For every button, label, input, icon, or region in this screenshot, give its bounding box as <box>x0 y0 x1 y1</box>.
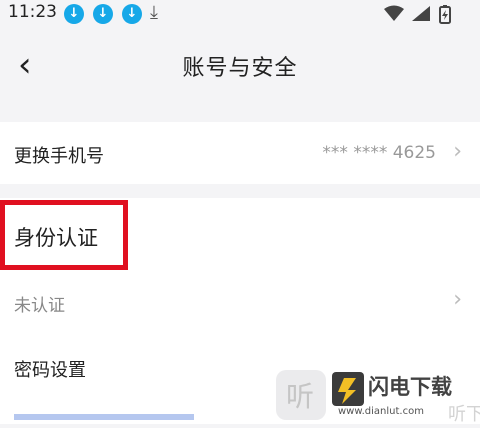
watermark-ghost-text: 听下载 <box>448 404 480 424</box>
phone-number-value: *** **** 4625 <box>322 143 436 163</box>
change-phone-row[interactable]: 更换手机号 *** **** 4625 › <box>0 122 480 184</box>
watermark-brand: 闪电下载 <box>368 375 452 399</box>
download-icon: ↓ <box>122 4 142 24</box>
page-title: 账号与安全 <box>182 56 298 81</box>
watermark: 听 闪电下载 www.dianlut.com 听下载 <box>272 368 480 425</box>
watermark-url: www.dianlut.com <box>338 406 424 417</box>
status-bar: 11:23 ↓ ↓ ↓ ⤓ <box>0 0 480 30</box>
chevron-right-icon: › <box>453 287 462 312</box>
password-settings-label: 密码设置 <box>14 360 86 381</box>
identity-status-row[interactable]: 未认证 › <box>0 270 480 334</box>
identity-status-label: 未认证 <box>14 296 65 316</box>
download-icon: ↓ <box>93 4 113 24</box>
chevron-right-icon: › <box>453 139 462 164</box>
signal-icon <box>412 6 430 21</box>
svg-text:听: 听 <box>286 380 314 413</box>
nav-bar: ‹ 账号与安全 <box>0 30 480 108</box>
watermark-logo: 听 闪电下载 www.dianlut.com 听下载 <box>276 370 480 425</box>
status-time: 11:23 <box>8 2 57 22</box>
partial-content-strip <box>14 414 194 420</box>
download-arrow-icon: ⤓ <box>150 2 158 23</box>
wifi-icon <box>384 5 404 21</box>
system-status-icons <box>384 5 451 24</box>
download-icon: ↓ <box>64 4 84 24</box>
change-phone-label: 更换手机号 <box>14 146 104 167</box>
highlight-box <box>0 200 128 270</box>
